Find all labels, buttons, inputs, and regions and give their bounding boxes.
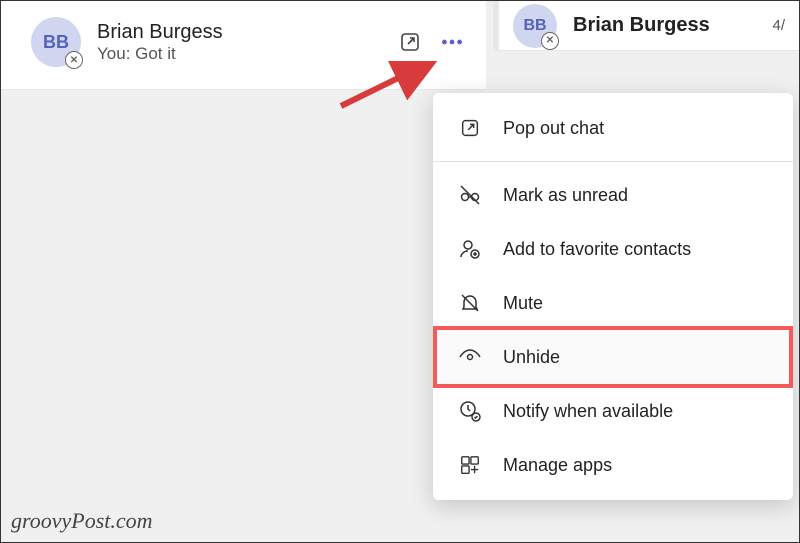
conversation-meta: 4/: [772, 17, 785, 34]
menu-item-label: Mark as unread: [503, 185, 628, 206]
menu-item-popout[interactable]: Pop out chat: [433, 101, 793, 155]
bell-off-icon: [457, 290, 483, 316]
glasses-off-icon: [457, 182, 483, 208]
chat-message-preview: You: Got it: [97, 44, 396, 64]
menu-item-unhide[interactable]: Unhide: [433, 326, 793, 388]
more-horizontal-icon: [439, 29, 465, 55]
watermark: groovyPost.com: [11, 508, 153, 534]
chat-contact-name: Brian Burgess: [97, 21, 396, 44]
avatar: BB ✕: [31, 17, 81, 67]
popout-icon: [398, 30, 422, 54]
chat-actions: [396, 28, 466, 56]
avatar-initials: BB: [523, 17, 546, 35]
conversation-contact-name: Brian Burgess: [573, 14, 710, 37]
more-options-button[interactable]: [438, 28, 466, 56]
menu-item-label: Add to favorite contacts: [503, 239, 691, 260]
person-add-icon: [457, 236, 483, 262]
menu-item-manage-apps[interactable]: Manage apps: [433, 438, 793, 492]
avatar-initials: BB: [43, 32, 69, 53]
menu-item-label: Manage apps: [503, 455, 612, 476]
menu-divider: [433, 161, 793, 162]
presence-offline-icon: ✕: [541, 32, 559, 50]
menu-item-label: Unhide: [503, 347, 560, 368]
eye-icon: [457, 344, 483, 370]
chat-info: Brian Burgess You: Got it: [97, 21, 396, 64]
menu-item-label: Mute: [503, 293, 543, 314]
menu-item-mute[interactable]: Mute: [433, 276, 793, 330]
popout-icon: [457, 115, 483, 141]
menu-item-label: Pop out chat: [503, 118, 604, 139]
presence-offline-icon: ✕: [65, 51, 83, 69]
menu-item-label: Notify when available: [503, 401, 673, 422]
conversation-header: BB ✕ Brian Burgess 4/: [493, 1, 799, 51]
chat-context-menu: Pop out chat Mark as unread Add to favor…: [433, 93, 793, 500]
clock-check-icon: [457, 398, 483, 424]
menu-item-mark-unread[interactable]: Mark as unread: [433, 168, 793, 222]
menu-item-notify-available[interactable]: Notify when available: [433, 384, 793, 438]
chat-list-item[interactable]: BB ✕ Brian Burgess You: Got it: [1, 1, 486, 90]
avatar: BB ✕: [513, 4, 557, 48]
chat-list: BB ✕ Brian Burgess You: Got it: [1, 1, 486, 90]
popout-chat-button[interactable]: [396, 28, 424, 56]
apps-icon: [457, 452, 483, 478]
menu-item-add-favorite[interactable]: Add to favorite contacts: [433, 222, 793, 276]
